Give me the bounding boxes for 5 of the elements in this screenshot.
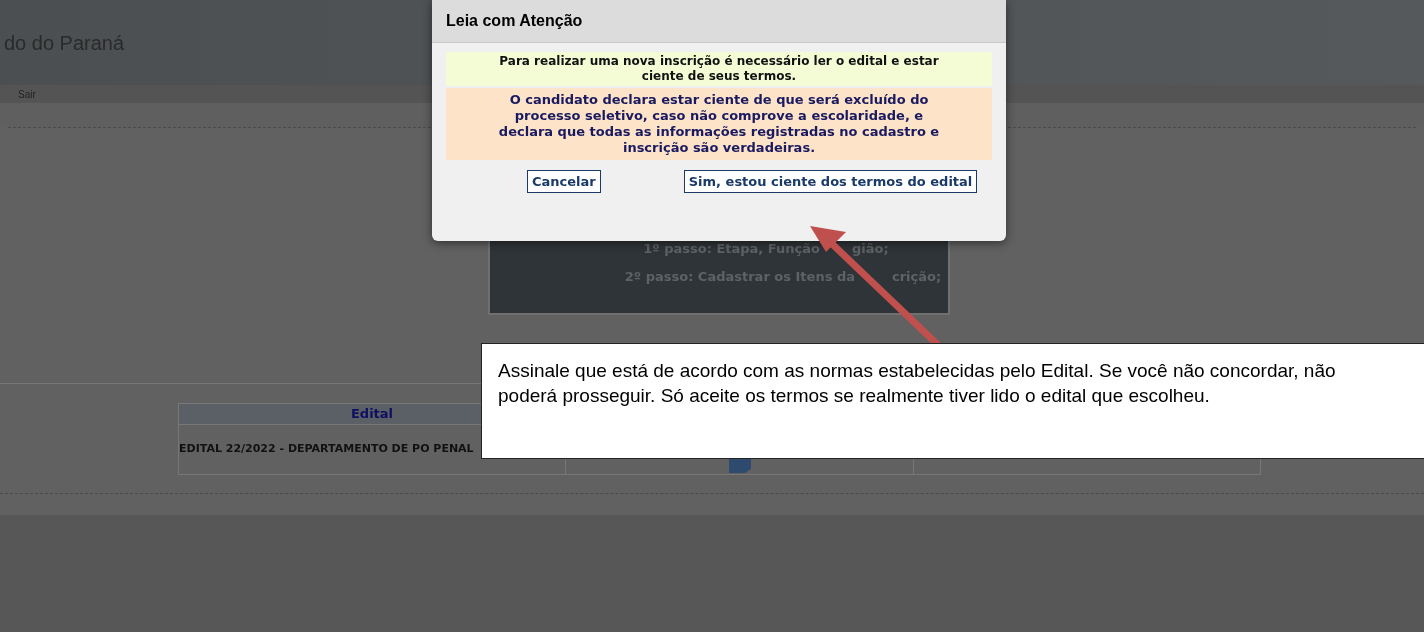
dialog-title: Leia com Atenção <box>446 11 583 31</box>
cancel-button[interactable]: Cancelar <box>527 170 601 193</box>
declaration-text: O candidato declara estar ciente de que será excluído do processo seletivo, caso não comprove a escolaridade, e declara que todas as informações registradas no cadastro e inscrição são verdadeiras. <box>446 88 992 160</box>
notice-text: Para realizar uma nova inscrição é necessário ler o edital e estar ciente de seus termos. <box>446 52 992 86</box>
confirm-button[interactable]: Sim, estou ciente dos termos do edital <box>683 170 978 193</box>
